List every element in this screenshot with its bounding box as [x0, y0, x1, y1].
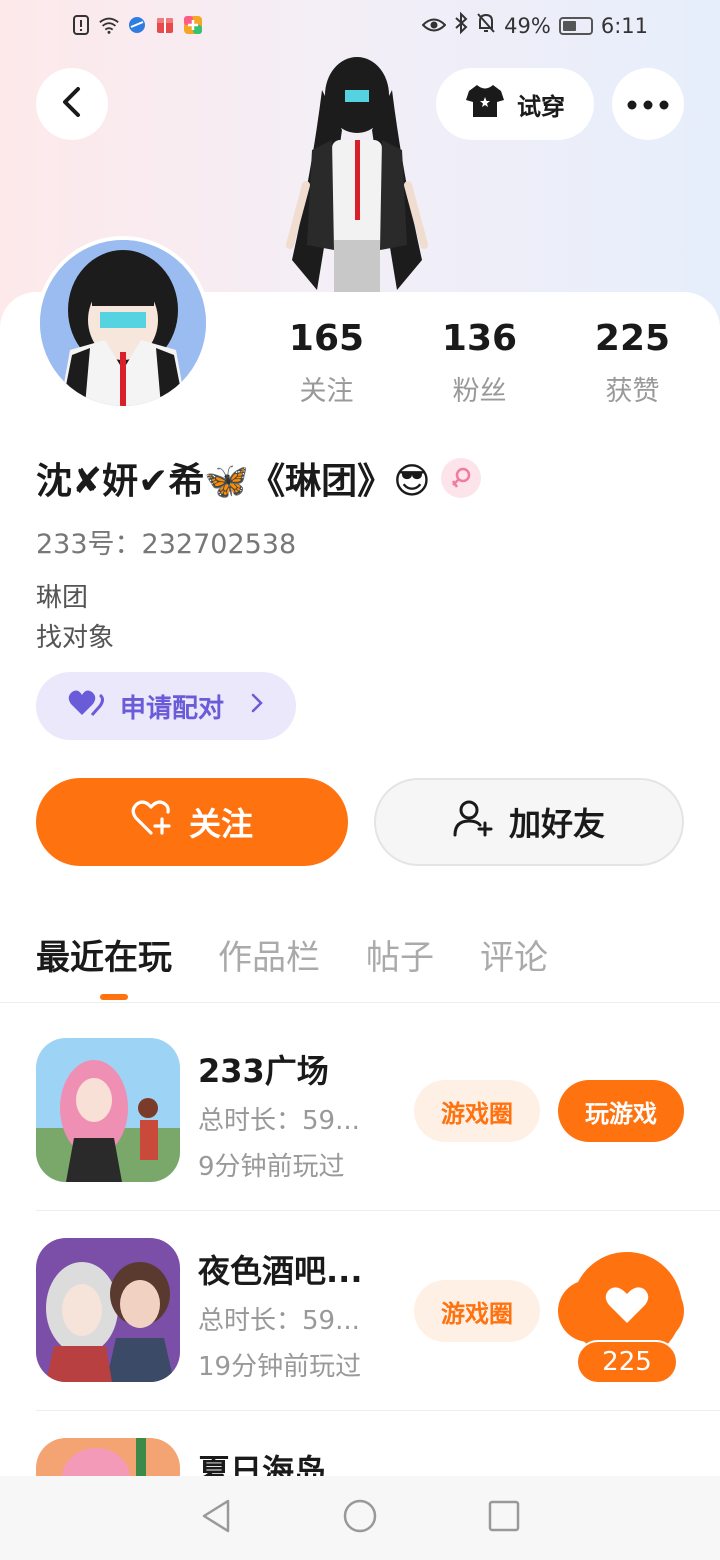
back-button[interactable]	[36, 68, 108, 140]
chevron-right-icon	[250, 692, 264, 720]
tab-comments[interactable]: 评论	[480, 930, 548, 979]
try-on-label: 试穿	[517, 92, 565, 121]
more-button[interactable]	[612, 68, 684, 140]
battery-percent: 49%	[504, 13, 551, 38]
try-on-button[interactable]: 试穿	[436, 68, 594, 140]
profile-stats: 165 关注 136 粉丝 225 获赞	[250, 318, 720, 408]
tab-recently-played[interactable]: 最近在玩	[36, 930, 172, 979]
heart-icon	[604, 1285, 650, 1329]
battery-level	[562, 20, 576, 31]
row-divider	[36, 1410, 720, 1411]
bio-line: 找对象	[36, 623, 115, 653]
back-icon	[58, 86, 86, 122]
alert-icon	[70, 14, 92, 36]
tab-works[interactable]: 作品栏	[218, 930, 320, 979]
character-model	[272, 50, 442, 298]
fans-label: 粉丝	[452, 376, 507, 407]
bio: 琳团 找对象	[36, 578, 114, 658]
following-label: 关注	[299, 376, 354, 407]
user-plus-icon	[453, 799, 493, 845]
apply-pair-label: 申请配对	[120, 693, 225, 724]
following-stat[interactable]: 165 关注	[250, 318, 403, 408]
user-id: 233号：232702538	[36, 522, 296, 561]
game-last-played: 9分钟前玩过	[198, 1152, 345, 1182]
system-nav-bar	[0, 1476, 720, 1560]
female-icon	[440, 458, 481, 498]
game-app-icon	[182, 14, 204, 36]
avatar[interactable]	[36, 236, 210, 410]
user-id-value: 232702538	[141, 529, 297, 560]
eye-icon	[421, 14, 447, 38]
battery-icon	[558, 16, 593, 35]
like-float-count: 225	[576, 1340, 678, 1384]
nav-back-icon[interactable]	[200, 1498, 232, 1538]
gift-app-icon	[154, 14, 176, 36]
game-circle-button[interactable]: 游戏圈	[414, 1280, 540, 1342]
game-title: 夏日海岛	[198, 1452, 327, 1476]
add-friend-button[interactable]: 加好友	[374, 778, 684, 866]
game-title: 233广场	[198, 1052, 329, 1090]
game-title: 夜色酒吧...	[198, 1252, 363, 1290]
profile-tabs: 最近在玩 作品栏 帖子 评论	[36, 930, 548, 1000]
twin-heart-icon	[68, 689, 106, 724]
following-count: 165	[288, 318, 365, 359]
wifi-icon	[98, 14, 120, 36]
game-icon	[36, 1238, 180, 1382]
likes-label: 获赞	[605, 376, 660, 407]
game-icon	[36, 1438, 180, 1476]
list-item[interactable]: 233广场 总时长：59... 9分钟前玩过 游戏圈 玩游戏	[36, 1038, 684, 1184]
nav-home-icon[interactable]	[342, 1498, 378, 1538]
fans-stat[interactable]: 136 粉丝	[403, 318, 556, 408]
mute-bell-icon	[476, 12, 496, 39]
likes-count: 225	[594, 318, 671, 359]
shirt-icon	[465, 83, 505, 125]
follow-label: 关注	[188, 805, 253, 843]
clock-time: 6:11	[600, 13, 648, 38]
bluetooth-icon	[454, 11, 468, 39]
game-duration: 总时长：59...	[198, 1306, 360, 1336]
heart-plus-icon	[131, 799, 173, 845]
tab-posts[interactable]: 帖子	[366, 930, 434, 979]
apply-pair-button[interactable]: 申请配对	[36, 672, 296, 740]
game-last-played: 19分钟前玩过	[198, 1352, 362, 1382]
add-friend-label: 加好友	[508, 805, 605, 843]
nav-recents-icon[interactable]	[488, 1500, 520, 1536]
nickname: 沈✘妍✔希🦋《琳团》😎	[36, 461, 431, 502]
user-id-label: 233号：	[36, 529, 142, 560]
status-bar: 49% 6:11	[0, 0, 720, 56]
tabs-divider	[0, 1002, 720, 1003]
list-item[interactable]: 夏日海岛	[36, 1438, 684, 1476]
fans-count: 136	[441, 318, 518, 359]
game-circle-button[interactable]: 游戏圈	[414, 1080, 540, 1142]
game-icon	[36, 1038, 180, 1182]
likes-stat[interactable]: 225 获赞	[556, 318, 709, 408]
row-divider	[36, 1210, 720, 1211]
more-icon	[626, 95, 670, 114]
browser-app-icon	[126, 14, 148, 36]
play-game-button[interactable]: 玩游戏	[558, 1080, 684, 1142]
game-duration: 总时长：59...	[198, 1106, 360, 1136]
nickname-row: 沈✘妍✔希🦋《琳团》😎	[36, 452, 481, 504]
follow-button[interactable]: 关注	[36, 778, 348, 866]
bio-line: 琳团	[36, 583, 89, 613]
active-tab-indicator	[100, 994, 128, 1000]
